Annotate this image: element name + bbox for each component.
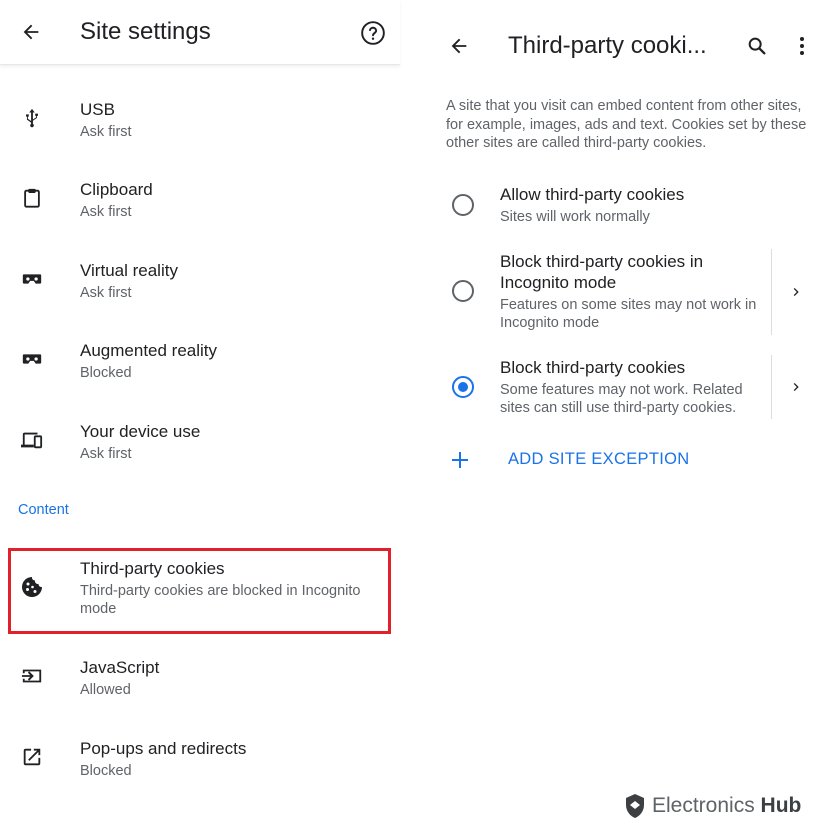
option-block-third-party-cookies[interactable]: Block third-party cookies Some features … — [420, 355, 813, 419]
add-site-exception-label: ADD SITE EXCEPTION — [508, 450, 690, 468]
chevron-right-icon[interactable] — [784, 375, 808, 399]
setting-title: Augmented reality — [80, 341, 218, 360]
chevron-right-icon[interactable] — [784, 280, 808, 304]
setting-row-popups[interactable]: Pop-ups and redirects Blocked — [0, 731, 400, 785]
option-subtitle: Some features may not work. Related site… — [500, 382, 743, 416]
watermark-brand-bold: Hub — [760, 794, 802, 817]
setting-row-device-use[interactable]: Your device use Ask first — [0, 414, 400, 474]
setting-row-javascript[interactable]: JavaScript Allowed — [0, 650, 400, 710]
setting-title: JavaScript — [80, 658, 160, 677]
setting-row-virtual-reality[interactable]: Virtual reality Ask first — [0, 253, 400, 313]
watermark-text: Electronics Hub — [652, 794, 801, 818]
popup-icon — [18, 743, 46, 771]
devices-icon — [18, 426, 46, 454]
app-bar: Third-party cooki... — [420, 0, 813, 90]
app-bar: Site settings — [0, 0, 400, 65]
divider — [771, 249, 772, 335]
option-title: Allow third-party cookies — [500, 185, 685, 204]
setting-title: Virtual reality — [80, 261, 178, 280]
setting-status: Ask first — [80, 204, 132, 220]
search-icon[interactable] — [742, 31, 772, 61]
setting-status: Ask first — [80, 446, 132, 462]
setting-title: USB — [80, 100, 115, 119]
option-title: Block third-party cookies — [500, 358, 686, 377]
radio-button[interactable] — [452, 194, 474, 216]
option-block-incognito[interactable]: Block third-party cookies in Incognito m… — [420, 249, 813, 335]
setting-status: Ask first — [80, 285, 132, 301]
more-vert-icon[interactable] — [792, 31, 812, 61]
radio-button[interactable] — [452, 280, 474, 302]
setting-title: Clipboard — [80, 180, 153, 199]
usb-icon — [18, 104, 46, 132]
third-party-cookies-panel: Third-party cooki... A site that you vis… — [420, 0, 813, 500]
setting-status: Blocked — [80, 763, 132, 779]
add-site-exception-button[interactable]: ADD SITE EXCEPTION — [448, 448, 758, 474]
setting-status: Blocked — [80, 365, 132, 381]
setting-row-augmented-reality[interactable]: Augmented reality Blocked — [0, 333, 400, 393]
radio-button-selected[interactable] — [452, 376, 474, 398]
help-icon[interactable] — [358, 18, 388, 48]
site-settings-panel: Site settings USB Ask first Clipboard As… — [0, 0, 400, 785]
setting-status: Allowed — [80, 682, 131, 698]
ar-headset-icon — [18, 345, 46, 373]
option-allow-third-party-cookies[interactable]: Allow third-party cookies Sites will wor… — [420, 183, 813, 231]
back-arrow-icon[interactable] — [14, 16, 48, 48]
plus-icon — [452, 452, 468, 468]
divider — [771, 355, 772, 419]
option-subtitle: Sites will work normally — [500, 209, 650, 225]
setting-title: Your device use — [80, 422, 201, 441]
setting-row-clipboard[interactable]: Clipboard Ask first — [0, 172, 400, 232]
javascript-icon — [18, 662, 46, 690]
option-subtitle: Features on some sites may not work in I… — [500, 297, 757, 331]
setting-status: Ask first — [80, 124, 132, 140]
watermark-brand: Electronics — [652, 794, 755, 817]
option-title: Block third-party cookies in Incognito m… — [500, 252, 704, 292]
back-arrow-icon[interactable] — [444, 31, 474, 61]
highlight-box — [8, 548, 391, 634]
page-title: Third-party cooki... — [508, 32, 707, 59]
vr-headset-icon — [18, 265, 46, 293]
shield-logo-icon — [626, 794, 644, 818]
clipboard-icon — [18, 184, 46, 212]
description-text: A site that you visit can embed content … — [446, 98, 807, 151]
page-title: Site settings — [80, 18, 211, 45]
setting-title: Pop-ups and redirects — [80, 739, 247, 758]
section-header-content: Content — [18, 502, 69, 518]
electronics-hub-watermark: Electronics Hub — [624, 791, 801, 821]
setting-row-usb[interactable]: USB Ask first — [0, 92, 400, 152]
